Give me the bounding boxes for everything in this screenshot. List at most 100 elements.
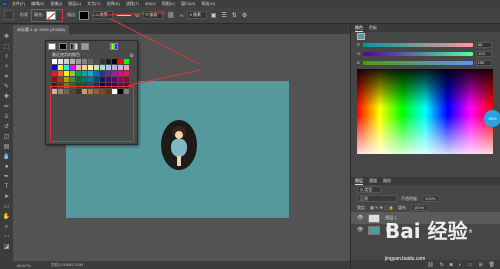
color-swatch[interactable] — [58, 71, 63, 76]
gradient-tool-icon[interactable]: ▤ — [4, 142, 10, 152]
solid-color-button[interactable] — [59, 43, 67, 50]
crop-tool-icon[interactable]: ⌗ — [5, 72, 8, 82]
tab-swatches[interactable]: 色板 — [369, 25, 377, 31]
marquee-tool-icon[interactable]: ⬚ — [4, 42, 10, 52]
color-swatch[interactable] — [76, 59, 81, 64]
height-input[interactable]: 0 像素 — [186, 11, 207, 19]
color-swatch[interactable] — [124, 71, 129, 76]
color-swatch[interactable] — [70, 71, 75, 76]
menu-layer[interactable]: 图层(L) — [68, 1, 81, 7]
eye-icon[interactable]: 👁 — [357, 227, 363, 233]
color-swatch[interactable] — [58, 77, 63, 82]
color-swatch[interactable] — [88, 71, 93, 76]
color-swatch[interactable] — [124, 65, 129, 70]
lock-icons[interactable]: ▦ ✎ ✥ ⬚ 🔒 — [370, 205, 394, 210]
shape-mode-label[interactable]: 形状 — [20, 12, 28, 18]
menu-help[interactable]: 帮助(H) — [201, 1, 215, 7]
type-tool-icon[interactable]: T — [5, 182, 9, 192]
fill-swatch[interactable] — [46, 10, 57, 20]
color-swatch[interactable] — [94, 71, 99, 76]
color-swatch[interactable] — [58, 59, 63, 64]
color-swatch[interactable] — [100, 59, 105, 64]
color-swatch[interactable] — [124, 77, 129, 82]
color-swatch[interactable] — [106, 71, 111, 76]
eye-icon[interactable]: 👁 — [357, 215, 363, 221]
color-swatch[interactable] — [88, 77, 93, 82]
path-select-tool-icon[interactable]: ➤ — [4, 192, 9, 202]
healing-tool-icon[interactable]: ✚ — [4, 92, 9, 102]
color-swatch[interactable] — [76, 77, 81, 82]
color-swatch[interactable] — [124, 59, 129, 64]
color-swatch[interactable] — [94, 59, 99, 64]
layer-kind-dropdown[interactable]: Q 类型 — [357, 186, 381, 193]
fx-icon[interactable]: fx — [440, 262, 444, 268]
path-operations-icon[interactable]: ▣ — [211, 12, 217, 19]
color-swatch[interactable] — [82, 65, 87, 70]
color-swatch[interactable] — [88, 65, 93, 70]
popup-gear-icon[interactable]: ⚙ — [130, 53, 134, 59]
link-icon[interactable]: ⛓ — [167, 12, 175, 19]
color-swatch[interactable] — [82, 77, 87, 82]
blur-tool-icon[interactable]: 💧 — [3, 152, 10, 162]
menu-filter[interactable]: 滤镜(T) — [126, 1, 139, 7]
tab-paths[interactable]: 路径 — [383, 178, 391, 184]
color-swatches-icon[interactable]: ◪ — [4, 242, 10, 252]
color-swatch[interactable] — [64, 77, 69, 82]
color-swatch[interactable] — [88, 59, 93, 64]
color-swatch[interactable] — [70, 65, 75, 70]
menu-select[interactable]: 选择(S) — [106, 1, 119, 7]
blue-value[interactable]: 156 — [475, 59, 492, 66]
color-swatch[interactable] — [58, 65, 63, 70]
color-swatch[interactable] — [112, 77, 117, 82]
move-tool-icon[interactable]: ✥ — [4, 32, 9, 42]
opacity-input[interactable]: 100% — [422, 195, 441, 202]
tab-document[interactable]: 未标题-1 @ 100% (RGB/8) — [13, 25, 69, 34]
history-brush-icon[interactable]: ↺ — [4, 122, 9, 132]
color-swatch[interactable] — [118, 65, 123, 70]
color-swatch[interactable] — [100, 71, 105, 76]
brush-tool-icon[interactable]: ✏ — [4, 102, 9, 112]
tab-layers[interactable]: 图层 — [355, 178, 363, 185]
color-swatch[interactable] — [118, 77, 123, 82]
color-swatch[interactable] — [94, 65, 99, 70]
ballerina-image[interactable] — [161, 120, 197, 170]
color-swatch[interactable] — [112, 65, 117, 70]
gradient-button[interactable] — [70, 43, 78, 50]
zoom-level[interactable]: 66.67% — [17, 263, 31, 268]
lasso-tool-icon[interactable]: ℓ — [6, 52, 8, 62]
more-tools-icon[interactable]: ⋯ — [4, 232, 10, 242]
menu-file[interactable]: 文件(F) — [12, 1, 25, 7]
menu-window[interactable]: 窗口(W) — [181, 1, 195, 7]
color-swatch[interactable] — [76, 65, 81, 70]
color-swatch[interactable] — [52, 71, 57, 76]
color-swatch[interactable] — [100, 77, 105, 82]
eyedropper-tool-icon[interactable]: ✎ — [4, 82, 9, 92]
green-value[interactable]: 153 — [476, 50, 493, 57]
pattern-button[interactable] — [81, 43, 89, 50]
color-swatch[interactable] — [82, 59, 87, 64]
color-swatch[interactable] — [70, 59, 75, 64]
color-swatch[interactable] — [52, 77, 57, 82]
shape-tool-icon[interactable]: ▭ — [4, 202, 10, 212]
red-value[interactable]: 86 — [475, 41, 492, 48]
color-swatch[interactable] — [64, 59, 69, 64]
zoom-tool-icon[interactable]: ⌕ — [5, 222, 8, 232]
tab-channels[interactable]: 通道 — [369, 178, 377, 184]
blend-mode-dropdown[interactable]: 正常 — [357, 195, 397, 202]
menu-type[interactable]: 文字(Y) — [87, 1, 100, 7]
color-swatch[interactable] — [52, 65, 57, 70]
color-swatch[interactable] — [118, 71, 123, 76]
pen-tool-icon[interactable]: ✒ — [4, 172, 9, 182]
path-arrange-icon[interactable]: ⇅ — [232, 12, 237, 19]
color-swatch[interactable] — [52, 59, 57, 64]
color-swatch[interactable] — [112, 59, 117, 64]
color-swatch[interactable] — [100, 65, 105, 70]
red-slider[interactable] — [362, 42, 473, 47]
color-swatch[interactable] — [82, 71, 87, 76]
stroke-swatch[interactable] — [79, 10, 90, 20]
path-alignment-icon[interactable]: ☰ — [221, 12, 226, 19]
color-swatch[interactable] — [70, 77, 75, 82]
new-layer-icon[interactable]: ⊞ — [478, 262, 482, 268]
menu-image[interactable]: 图像(I) — [50, 1, 62, 7]
folder-icon[interactable]: ▭ — [468, 262, 473, 268]
